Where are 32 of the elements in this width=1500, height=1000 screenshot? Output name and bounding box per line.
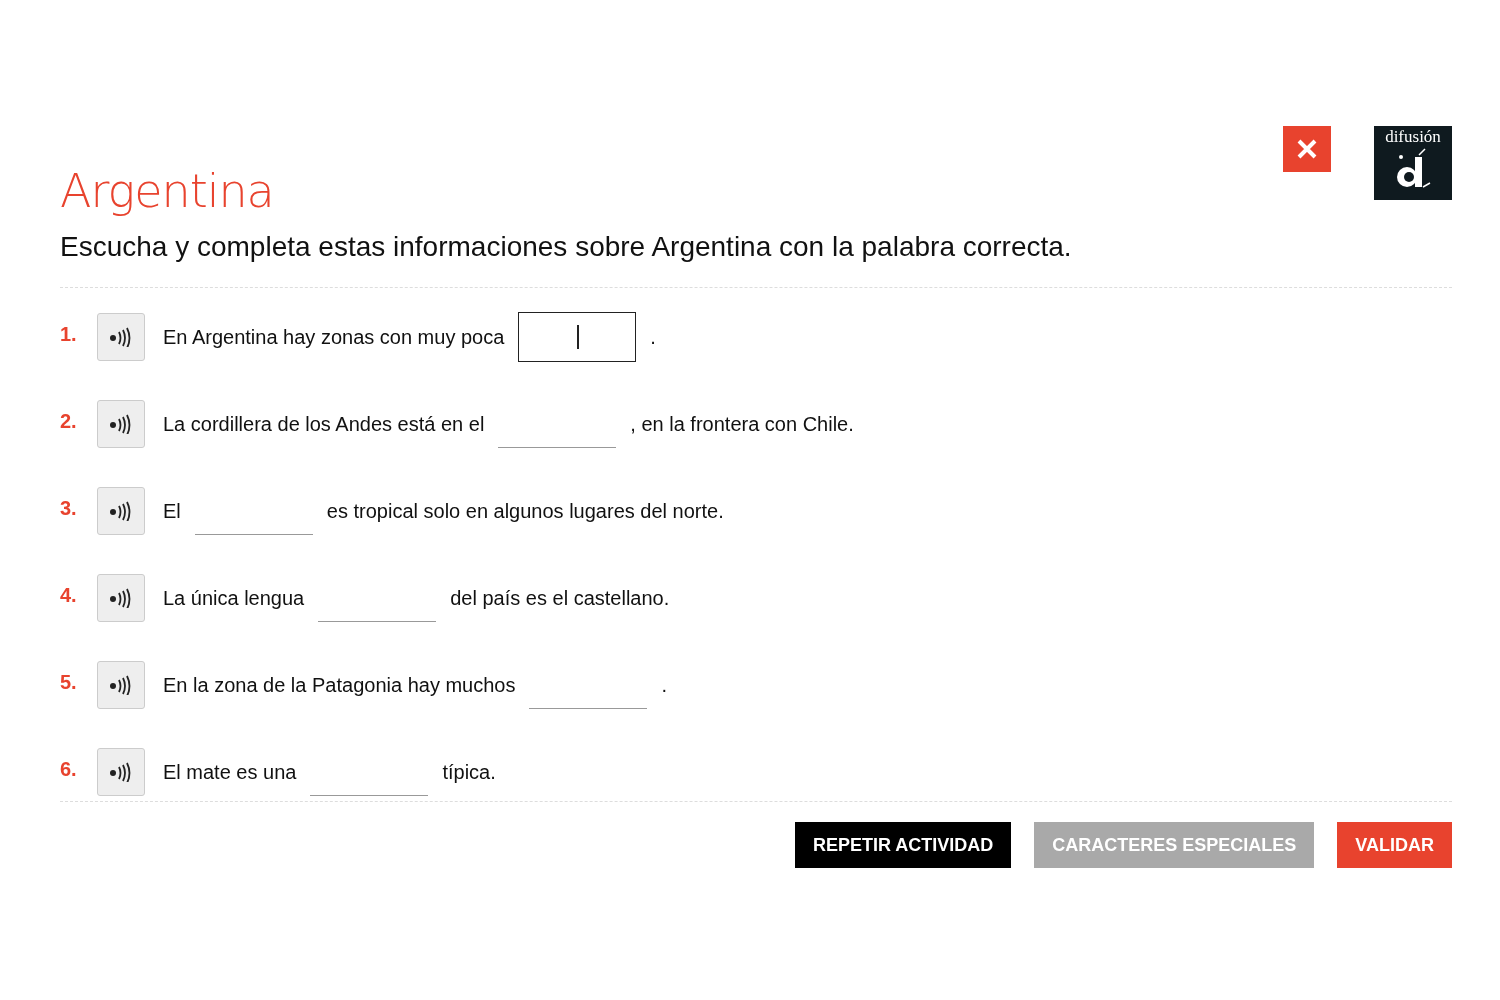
sentence-text: El mate es una bbox=[163, 760, 297, 784]
action-button[interactable]: REPETIR ACTIVIDAD bbox=[794, 822, 1012, 869]
sentence-text: , en la frontera con Chile. bbox=[630, 412, 854, 436]
sentence-text: es tropical solo en algunos lugares del norte. bbox=[326, 499, 724, 523]
sentence-text: del país es el castellano. bbox=[450, 586, 670, 610]
audio-button[interactable] bbox=[97, 313, 145, 362]
item-number: 3. bbox=[60, 497, 78, 521]
sentence-text: La cordillera de los Andes está en el bbox=[163, 412, 485, 436]
audio-button[interactable] bbox=[97, 574, 145, 623]
sentence-text: El bbox=[163, 499, 181, 523]
item-number: 4. bbox=[60, 584, 78, 608]
sentence-text: típica. bbox=[442, 760, 496, 784]
close-button[interactable] bbox=[1283, 126, 1331, 172]
sentence-text: En Argentina hay zonas con muy poca bbox=[163, 325, 505, 349]
audio-button[interactable] bbox=[97, 748, 145, 797]
close-icon bbox=[1296, 138, 1318, 160]
publisher-logo: difusión bbox=[1374, 126, 1452, 200]
item-number: 6. bbox=[60, 758, 78, 782]
item-number: 5. bbox=[60, 671, 78, 695]
sentence-text: La única lengua bbox=[163, 586, 305, 610]
instruction-text: Escucha y completa estas informaciones sobre Argentina con la palabra correcta. bbox=[60, 231, 1073, 264]
sentence-text: . bbox=[661, 673, 668, 697]
sentence-text: En la zona de la Patagonia hay muchos bbox=[163, 673, 516, 697]
sentence-text: . bbox=[650, 325, 656, 349]
audio-button[interactable] bbox=[97, 487, 145, 536]
answer-field[interactable] bbox=[518, 312, 637, 363]
action-button[interactable]: VALIDAR bbox=[1337, 822, 1452, 869]
activity-title: Argentina bbox=[60, 164, 274, 220]
item-number: 2. bbox=[60, 410, 78, 434]
audio-button[interactable] bbox=[97, 661, 145, 710]
item-number: 1. bbox=[60, 323, 78, 347]
audio-button[interactable] bbox=[97, 400, 145, 449]
